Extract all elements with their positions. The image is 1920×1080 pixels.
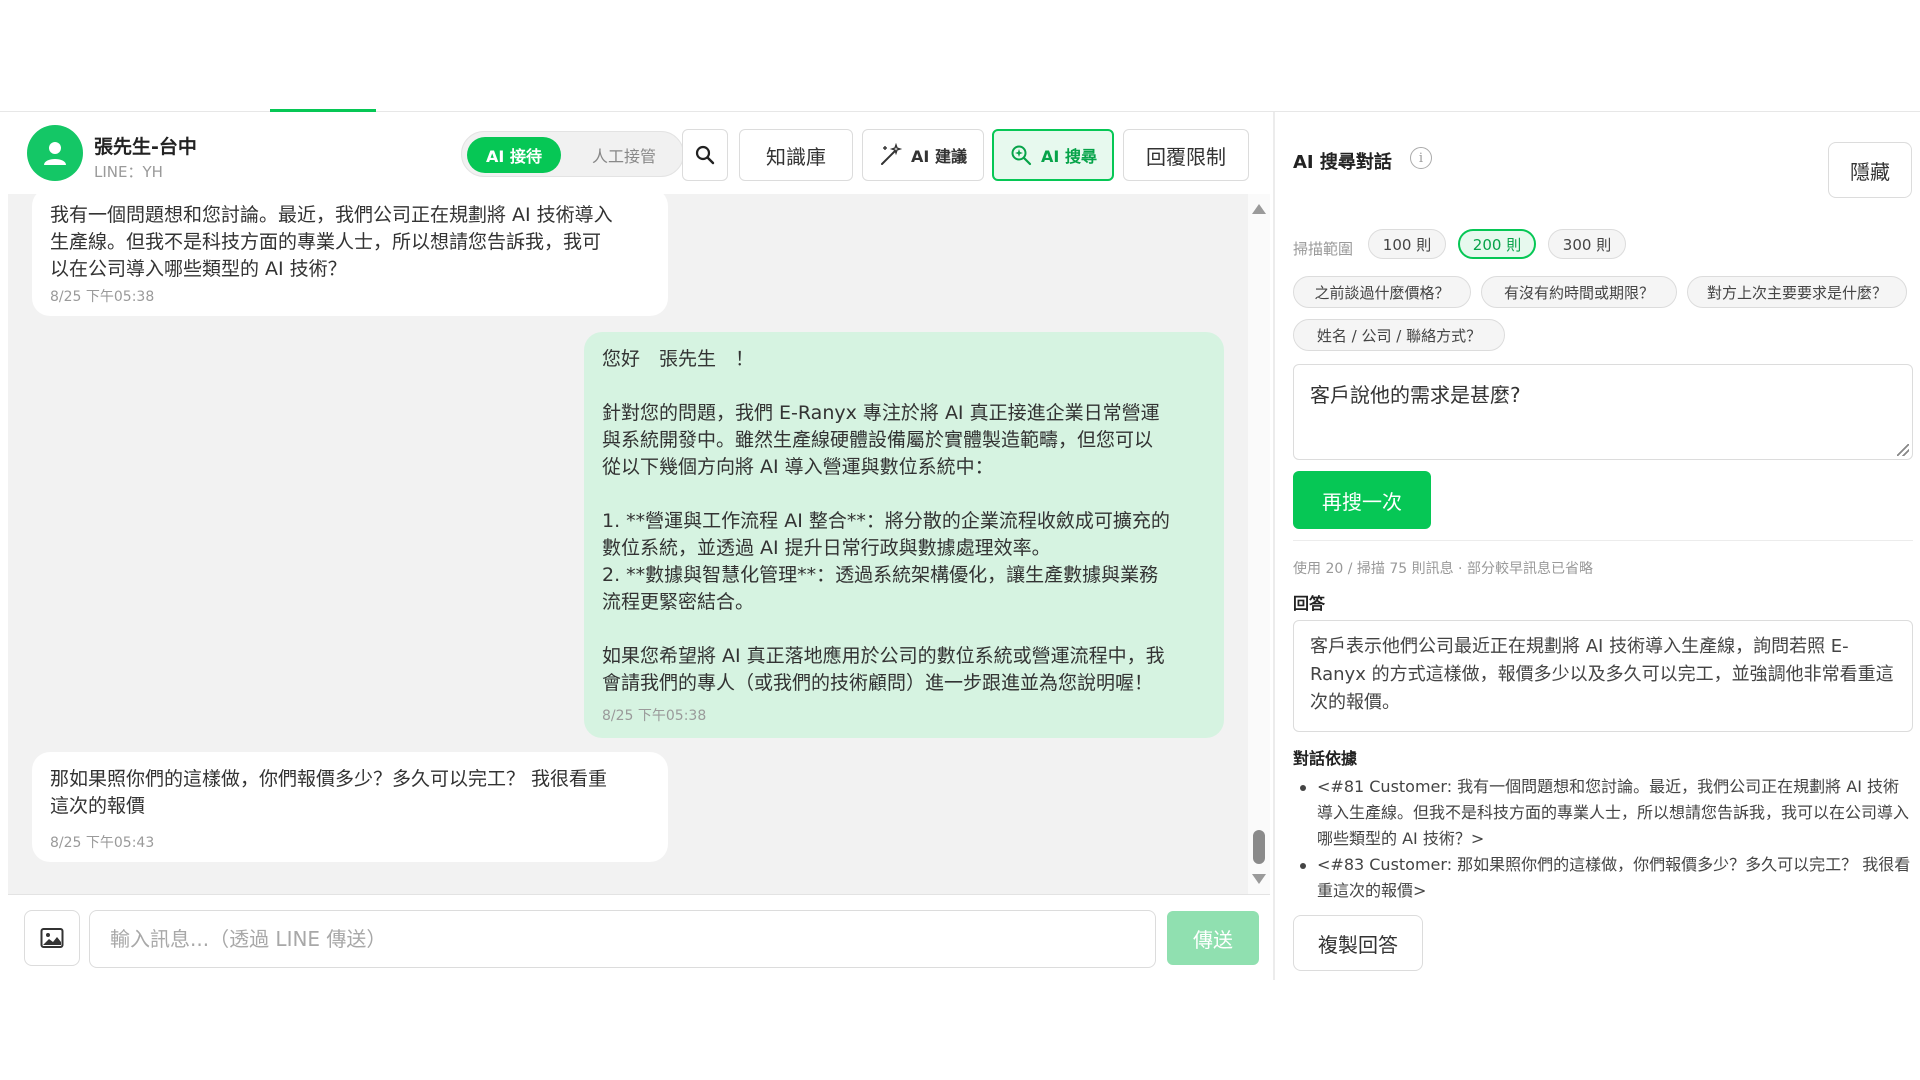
ai-suggest-button[interactable]: AI 建議 [862, 129, 984, 181]
app-root: 張先生-台中 LINE：YH AI 接待 人工接管 知識庫 AI 建議 AI 搜… [0, 0, 1920, 1080]
message-list: 我有一個問題想和您討論。最近，我們公司正在規劃將 AI 技術導入 生產線。但我不… [8, 194, 1248, 894]
image-icon [40, 928, 64, 948]
message-composer: 傳送 [8, 894, 1270, 980]
scan-range-option-selected[interactable]: 200 則 [1458, 229, 1536, 259]
message-time: 8/25 下午05:38 [50, 289, 155, 305]
divider [1293, 540, 1913, 541]
message-bubble-outgoing: 您好 張先生 ！ 針對您的問題，我們 E-Ranyx 專注於將 AI 真正接進企… [584, 332, 1224, 738]
search-again-button[interactable]: 再搜一次 [1293, 471, 1431, 529]
message-text: 那如果照你們的這樣做，你們報價多少？多久可以完工？ 我很看重 這次的報價 [50, 768, 608, 817]
knowledge-base-button[interactable]: 知識庫 [739, 129, 853, 181]
reception-mode-toggle: AI 接待 人工接管 [461, 131, 684, 177]
basis-item: <#81 Customer: 我有一個問題想和您討論。最近，我們公司正在規劃將 … [1293, 774, 1913, 852]
search-icon [695, 145, 715, 165]
scan-range-option[interactable]: 300 則 [1548, 229, 1626, 259]
quick-question-chip[interactable]: 對方上次主要要求是什麼？ [1687, 276, 1907, 308]
scan-range-label: 掃描範圍 [1293, 240, 1354, 258]
message-text: 您好 張先生 ！ 針對您的問題，我們 E-Ranyx 專注於將 AI 真正接進企… [602, 348, 1170, 694]
quick-question-chip[interactable]: 姓名 / 公司 / 聯絡方式？ [1293, 319, 1505, 351]
conversation-basis-heading: 對話依據 [1293, 749, 1358, 768]
quick-question-chip[interactable]: 有沒有約時間或期限？ [1481, 276, 1677, 308]
scan-range-option[interactable]: 100 則 [1368, 229, 1446, 259]
chat-panel: 張先生-台中 LINE：YH AI 接待 人工接管 知識庫 AI 建議 AI 搜… [8, 112, 1270, 980]
contact-name: 張先生-台中 [94, 136, 197, 158]
ai-panel-title: AI 搜尋對話 [1293, 152, 1392, 173]
message-bubble-incoming: 我有一個問題想和您討論。最近，我們公司正在規劃將 AI 技術導入 生產線。但我不… [32, 194, 668, 316]
message-input[interactable] [89, 910, 1156, 968]
copy-answer-button[interactable]: 複製回答 [1293, 915, 1423, 971]
reply-limit-button[interactable]: 回覆限制 [1123, 129, 1249, 181]
messages-scrollbar[interactable] [1248, 194, 1270, 894]
chat-header: 張先生-台中 LINE：YH AI 接待 人工接管 知識庫 AI 建議 AI 搜… [8, 112, 1270, 194]
answer-heading: 回答 [1293, 594, 1326, 613]
human-takeover-button[interactable]: 人工接管 [572, 137, 676, 173]
scrollbar-thumb[interactable] [1253, 830, 1265, 864]
answer-text: 客戶表示他們公司最近正在規劃將 AI 技術導入生產線，詢問若照 E-Ranyx … [1310, 636, 1894, 713]
message-text: 我有一個問題想和您討論。最近，我們公司正在規劃將 AI 技術導入 生產線。但我不… [50, 204, 613, 280]
scroll-down-arrow-icon[interactable] [1252, 874, 1266, 884]
reply-limit-label: 回覆限制 [1146, 144, 1226, 169]
search-query-textarea[interactable]: 客戶說他的需求是甚麼? [1293, 364, 1913, 460]
magic-wand-icon [881, 143, 903, 165]
message-bubble-incoming: 那如果照你們的這樣做，你們報價多少？多久可以完工？ 我很看重 這次的報價 8/2… [32, 752, 668, 862]
knowledge-base-label: 知識庫 [766, 144, 826, 169]
info-icon[interactable]: i [1410, 147, 1432, 169]
ai-search-panel: AI 搜尋對話 i 隱藏 掃描範圍 100 則 200 則 300 則 之前談過… [1276, 112, 1920, 980]
panel-divider [1273, 112, 1275, 980]
avatar[interactable] [27, 125, 83, 181]
ai-reception-button[interactable]: AI 接待 [467, 137, 561, 173]
search-button[interactable] [682, 129, 728, 181]
conversation-basis-list: <#81 Customer: 我有一個問題想和您討論。最近，我們公司正在規劃將 … [1293, 774, 1913, 904]
basis-item: <#83 Customer: 那如果照你們的這樣做，你們報價多少？多久可以完工？… [1293, 852, 1913, 904]
hide-panel-button[interactable]: 隱藏 [1828, 142, 1912, 198]
resize-handle-icon[interactable] [1897, 444, 1909, 456]
scroll-up-arrow-icon[interactable] [1252, 204, 1266, 214]
attach-image-button[interactable] [24, 910, 80, 966]
send-button[interactable]: 傳送 [1167, 911, 1259, 965]
search-query-text: 客戶說他的需求是甚麼? [1310, 383, 1521, 407]
search-meta-info: 使用 20 / 掃描 75 則訊息 · 部分較早訊息已省略 [1293, 561, 1593, 577]
message-time: 8/25 下午05:43 [50, 835, 155, 851]
ai-search-label: AI 搜尋 [1041, 147, 1097, 166]
ai-search-button[interactable]: AI 搜尋 [992, 129, 1114, 181]
ai-suggest-label: AI 建議 [911, 147, 967, 166]
user-icon [44, 142, 66, 165]
answer-box: 客戶表示他們公司最近正在規劃將 AI 技術導入生產線，詢問若照 E-Ranyx … [1293, 620, 1913, 732]
contact-channel: LINE：YH [94, 163, 163, 181]
message-time: 8/25 下午05:38 [602, 708, 707, 724]
ai-search-icon [1011, 145, 1032, 166]
quick-question-chip[interactable]: 之前談過什麼價格？ [1293, 276, 1471, 308]
